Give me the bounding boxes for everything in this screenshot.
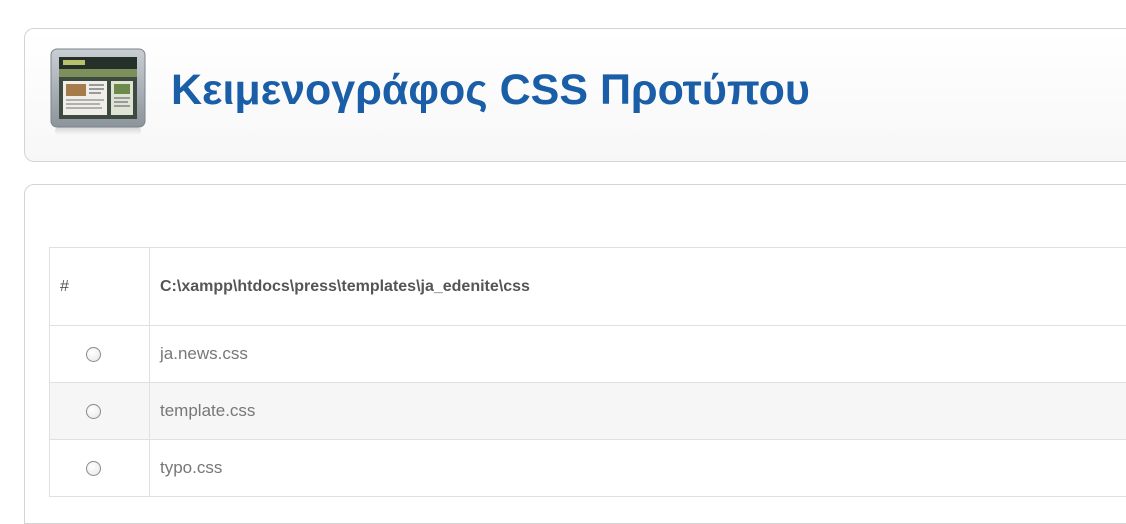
radio-cell [50,440,150,497]
table-header-row: # C:\xampp\htdocs\press\templates\ja_ede… [50,248,1126,326]
file-name: ja.news.css [150,326,1126,383]
radio-cell [50,383,150,440]
file-name: typo.css [150,440,1126,497]
table-row[interactable]: typo.css [50,440,1126,497]
column-header-path: C:\xampp\htdocs\press\templates\ja_edeni… [150,248,1126,326]
file-select-radio[interactable] [86,404,101,419]
header-panel: Κειμενογράφος CSS Προτύπου [24,28,1126,162]
table-row[interactable]: template.css [50,383,1126,440]
column-header-number: # [50,248,150,326]
content-panel: # C:\xampp\htdocs\press\templates\ja_ede… [24,184,1126,524]
file-select-radio[interactable] [86,347,101,362]
template-preview-icon [49,47,147,137]
file-select-radio[interactable] [86,461,101,476]
css-file-table: # C:\xampp\htdocs\press\templates\ja_ede… [49,247,1126,497]
page-title: Κειμενογράφος CSS Προτύπου [171,63,810,117]
table-row[interactable]: ja.news.css [50,326,1126,383]
file-name: template.css [150,383,1126,440]
radio-cell [50,326,150,383]
